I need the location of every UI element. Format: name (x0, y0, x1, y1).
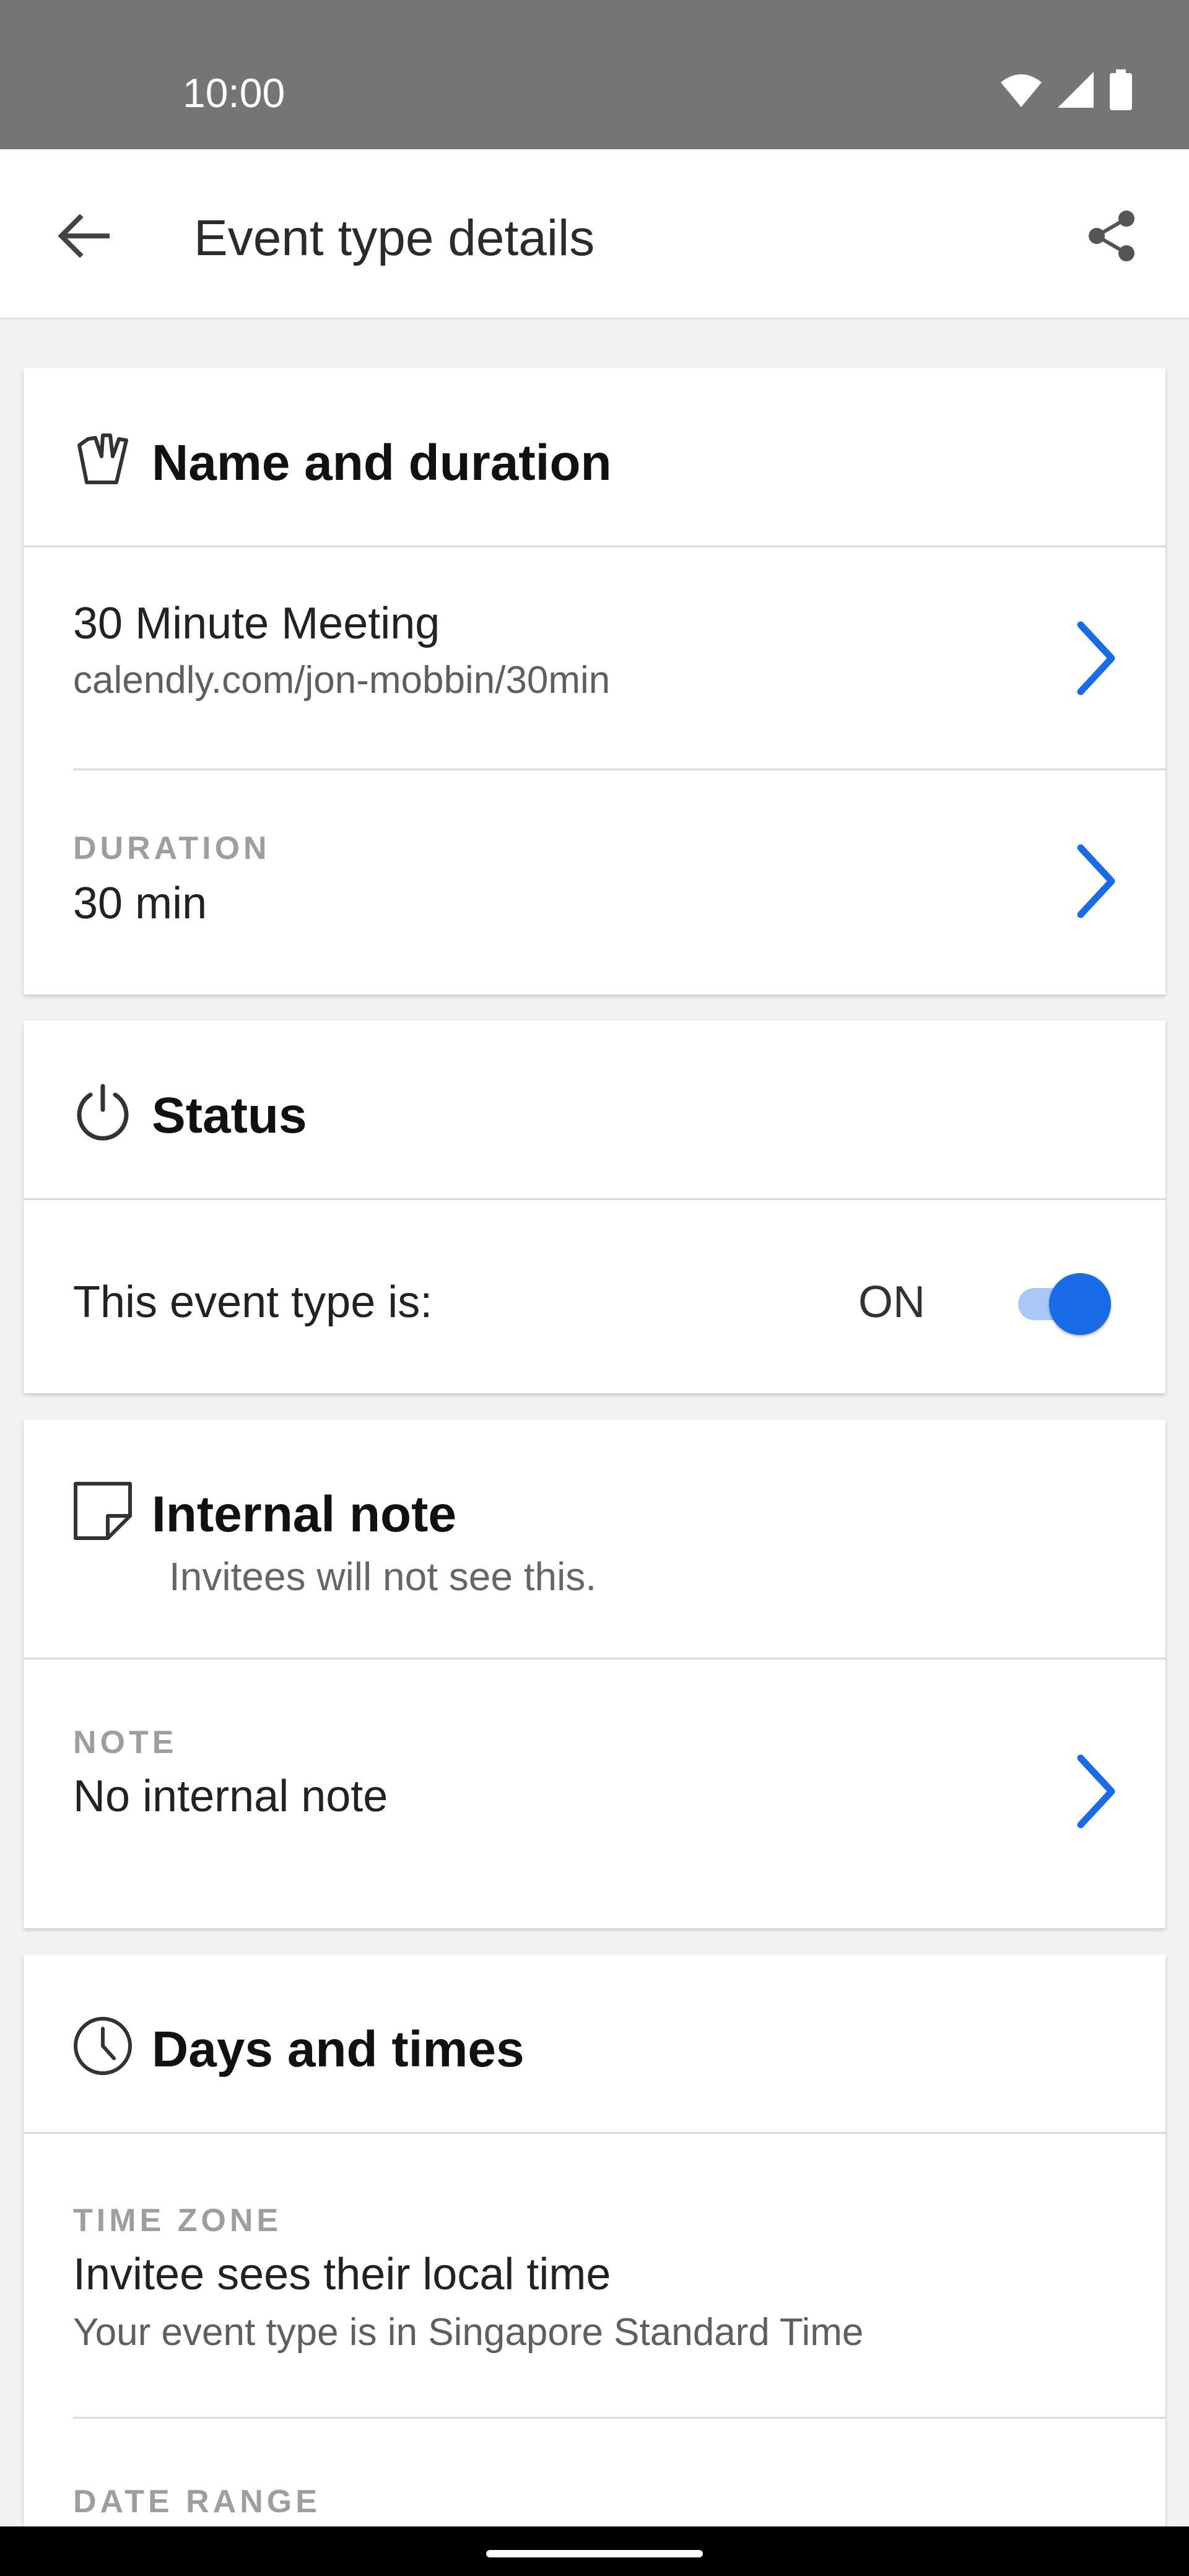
status-state-text: ON (858, 1277, 925, 1327)
section-title: Status (152, 1087, 307, 1144)
internal-note-card: Internal note Invitees will not see this… (24, 1419, 1165, 1928)
system-icons (1000, 69, 1133, 113)
timezone-row[interactable]: TIME ZONE Invitee sees their local time … (24, 2134, 1165, 2419)
name-duration-header: Name and duration (24, 368, 1165, 547)
status-toggle[interactable] (1011, 1268, 1111, 1336)
section-title: Name and duration (152, 435, 612, 491)
share-icon[interactable] (1078, 202, 1146, 270)
section-title: Internal note (152, 1486, 457, 1543)
duration-value: 30 min (73, 879, 207, 928)
app-bar: Event type details (0, 149, 1189, 320)
hand-icon (72, 429, 134, 490)
internal-note-header: Internal note Invitees will not see this… (24, 1419, 1165, 1660)
status-bar: 10:00 (0, 0, 1189, 149)
clock-icon (72, 2015, 134, 2077)
section-title: Days and times (152, 2021, 525, 2078)
status-time: 10:00 (183, 70, 285, 116)
arrow-back-icon[interactable] (50, 205, 118, 267)
status-header: Status (24, 1020, 1165, 1200)
chevron-right-icon[interactable] (1066, 612, 1128, 705)
battery-icon (1108, 69, 1133, 113)
days-times-header: Days and times (24, 1954, 1165, 2134)
event-url: calendly.com/jon-mobbin/30min (73, 659, 611, 702)
gesture-nav-bar (0, 2526, 1189, 2576)
section-subtitle: Invitees will not see this. (169, 1554, 597, 1599)
chevron-right-icon[interactable] (1066, 1745, 1128, 1838)
date-range-label: DATE RANGE (73, 2484, 321, 2520)
duration-row[interactable]: DURATION 30 min (24, 770, 1165, 994)
event-name-row[interactable]: 30 Minute Meeting calendly.com/jon-mobbi… (24, 547, 1165, 770)
timezone-label: TIME ZONE (73, 2203, 282, 2239)
timezone-detail: Your event type is in Singapore Standard… (73, 2311, 864, 2354)
chevron-right-icon[interactable] (1066, 835, 1128, 928)
power-icon (72, 1081, 134, 1143)
name-duration-card: Name and duration 30 Minute Meeting cale… (24, 368, 1165, 994)
timezone-value: Invitee sees their local time (73, 2250, 611, 2299)
note-value: No internal note (73, 1772, 388, 1821)
status-row-label: This event type is: (73, 1277, 433, 1327)
status-card: Status This event type is: ON (24, 1020, 1165, 1393)
page-title: Event type details (194, 210, 595, 266)
days-times-card: Days and times TIME ZONE Invitee sees th… (24, 1954, 1165, 2574)
cellular-signal-icon (1056, 71, 1095, 112)
note-icon (72, 1480, 134, 1542)
note-label: NOTE (73, 1725, 178, 1760)
note-row[interactable]: NOTE No internal note (24, 1660, 1165, 1928)
duration-label: DURATION (73, 830, 271, 866)
toggle-knob (1049, 1273, 1111, 1335)
wifi-icon (1000, 71, 1043, 111)
event-name: 30 Minute Meeting (73, 599, 440, 648)
status-row: This event type is: ON (24, 1200, 1165, 1393)
home-handle[interactable] (486, 2550, 703, 2557)
